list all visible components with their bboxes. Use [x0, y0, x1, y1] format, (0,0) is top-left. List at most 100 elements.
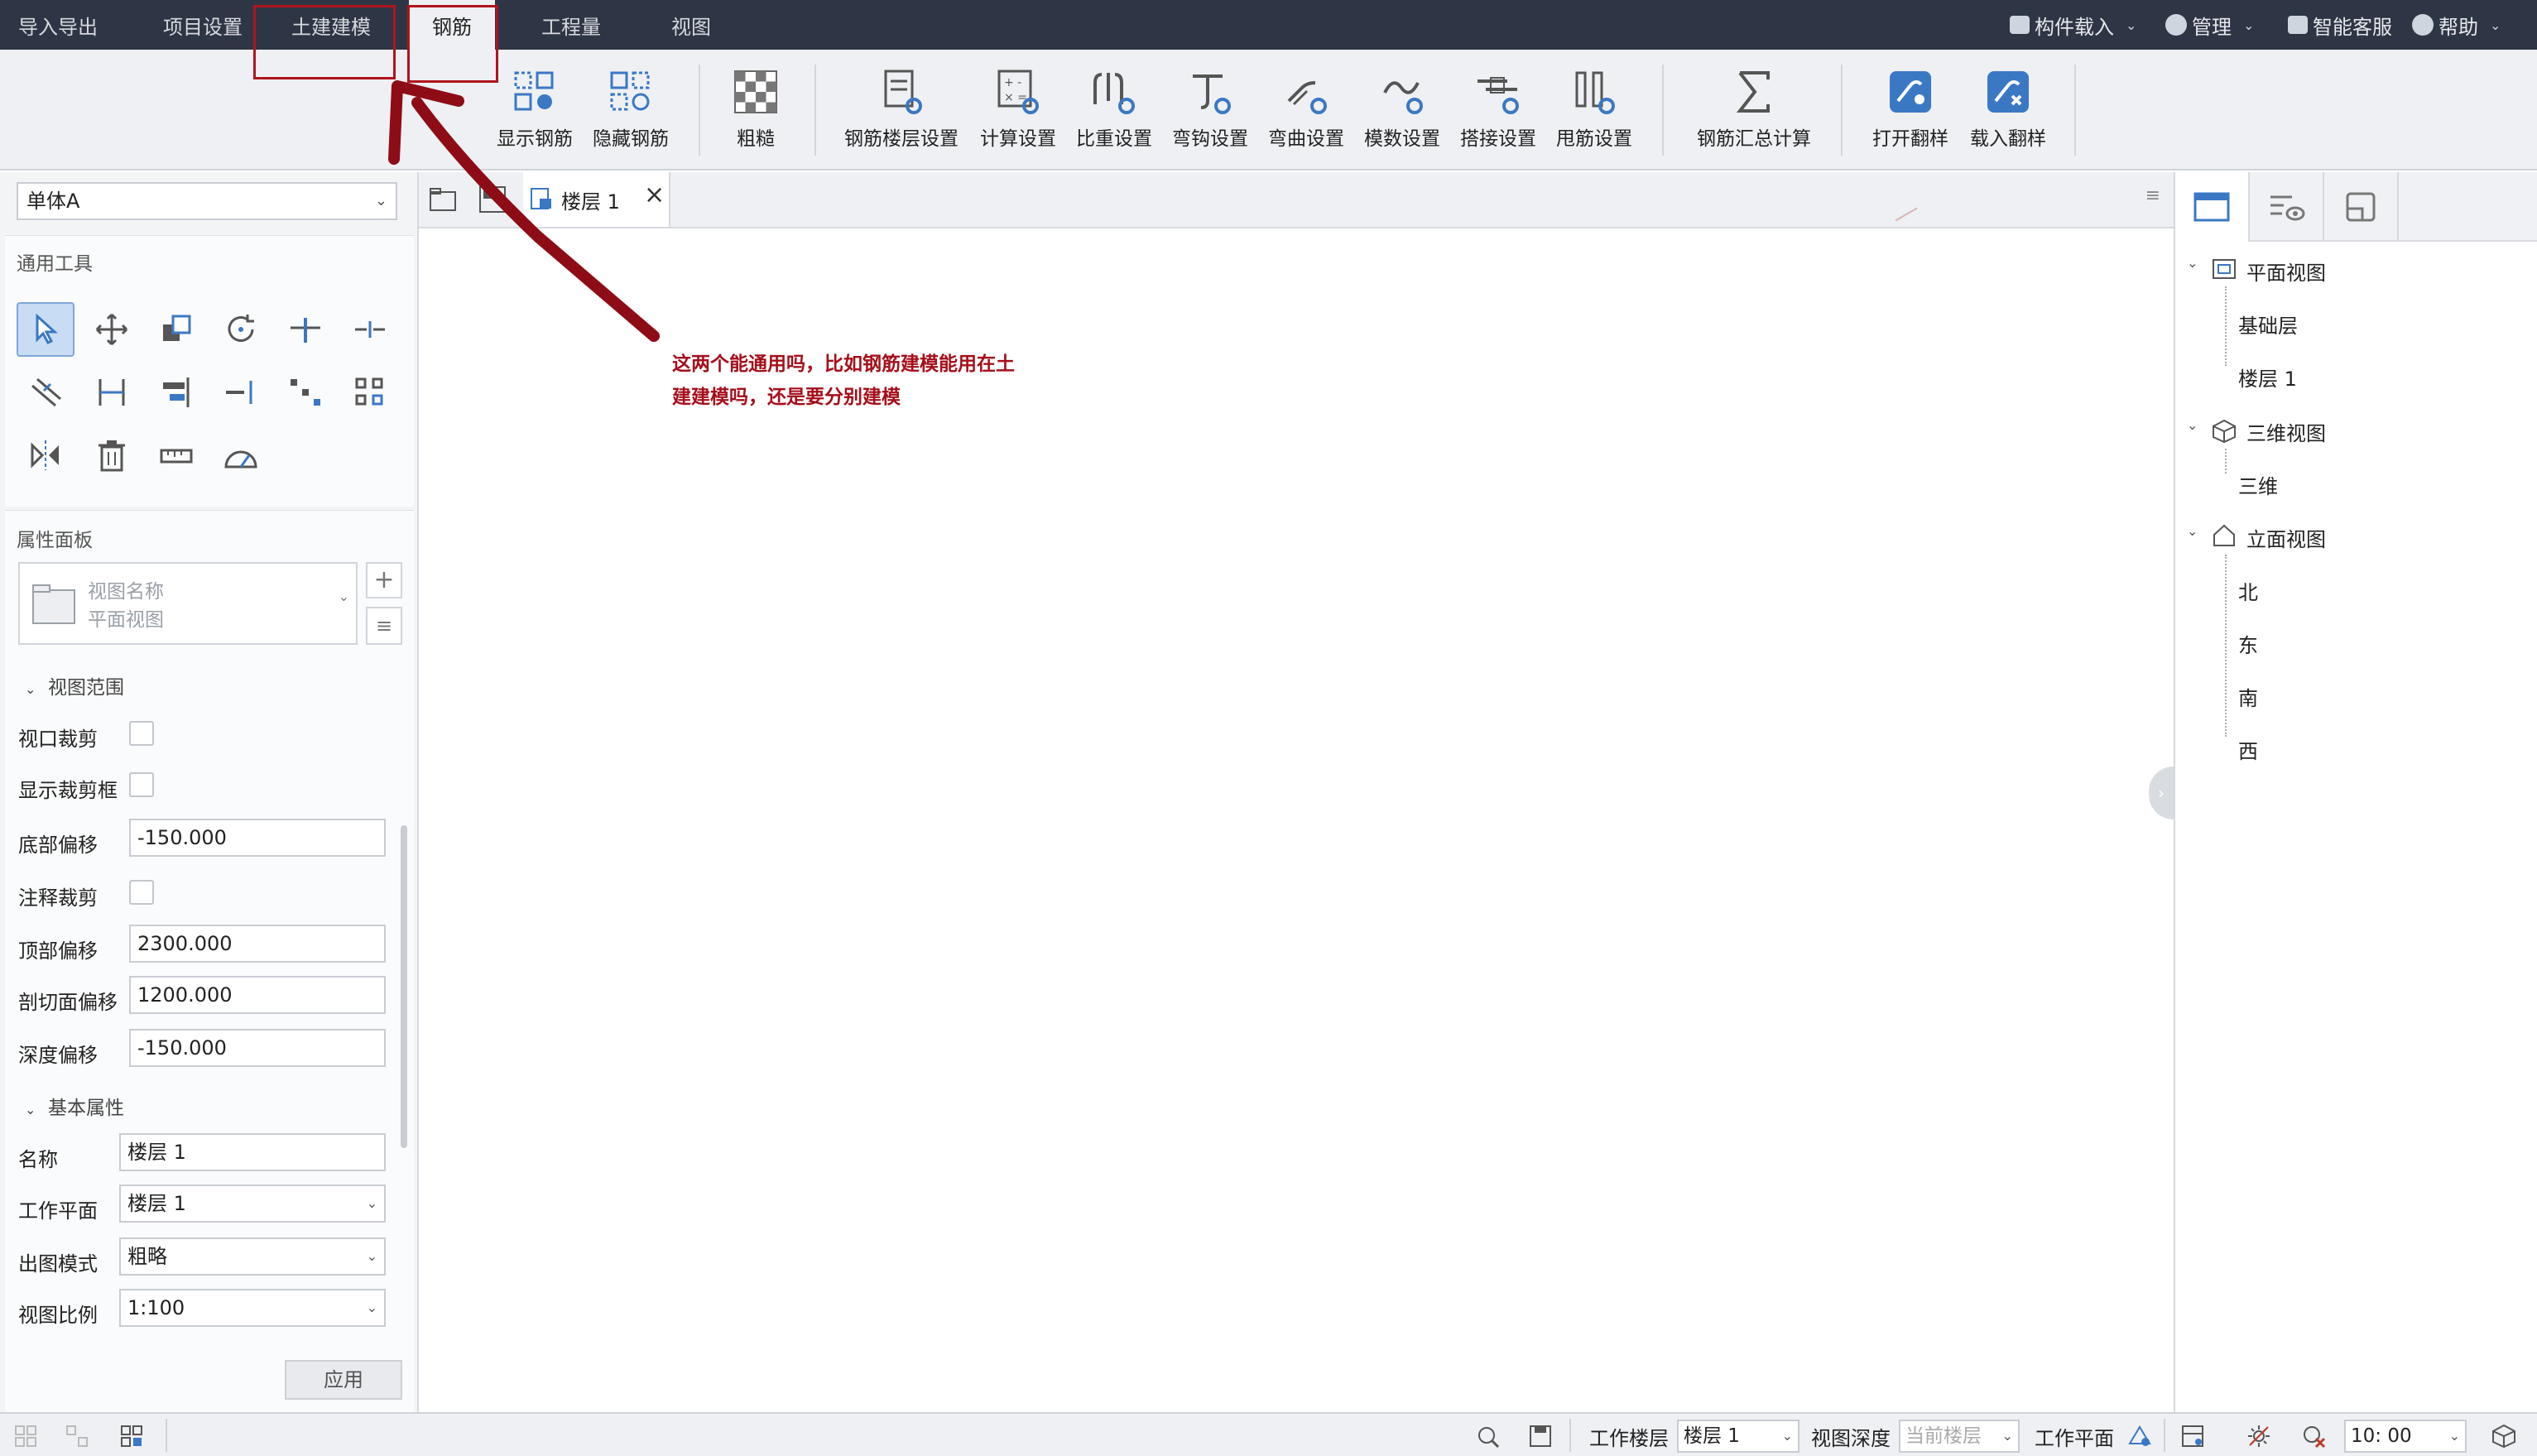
display-settings-icon[interactable] [2180, 1424, 2205, 1449]
chevron-down-icon: ⌄ [366, 1300, 377, 1315]
group-basic-label: 基本属性 [48, 1098, 125, 1119]
tree-item-east[interactable]: 东 [2238, 629, 2258, 658]
manage-menu[interactable]: 管理 ⌄ [2165, 0, 2254, 50]
cut-offset-field[interactable]: 1200.000 [129, 976, 386, 1014]
modulus-settings-button[interactable]: 模数设置 [1361, 68, 1444, 159]
calc-settings-button[interactable]: + - × = 计算设置 [977, 68, 1059, 159]
tab-project-settings[interactable]: 项目设置 [149, 0, 257, 50]
tab-menu-icon[interactable]: ≡ [2145, 185, 2160, 206]
align-tool-icon[interactable] [147, 365, 205, 420]
work-plane-icon[interactable] [2127, 1424, 2152, 1449]
component-load-menu[interactable]: 构件载入 ⌄ [2010, 0, 2136, 50]
angle-measure-tool-icon[interactable] [212, 428, 270, 483]
tree-3d-view[interactable]: 三维视图 [2246, 417, 2326, 446]
collapse-icon: ⌄ [25, 1102, 36, 1117]
tree-item-3d[interactable]: 三维 [2238, 470, 2278, 499]
model-tab[interactable] [2324, 172, 2399, 242]
status-bar: 工作楼层 楼层 1 ⌄ 视图深度 当前楼层 ⌄ 工作平面 10: 00 ⌄ [0, 1412, 2537, 1456]
lap-gear-icon [1478, 77, 1519, 114]
shadow-off-icon[interactable] [2301, 1424, 2326, 1449]
grid-array-tool-icon[interactable] [341, 365, 399, 420]
properties-scrollbar[interactable] [401, 825, 407, 1148]
group-view-range[interactable]: ⌄ 视图范围 [25, 671, 124, 699]
view-depth-select[interactable]: 当前楼层 ⌄ [1899, 1420, 2020, 1453]
smart-service-button[interactable]: 智能客服 [2288, 0, 2392, 50]
tab-import-export[interactable]: 导入导出 [0, 0, 116, 50]
component-load-label: 构件载入 [2035, 15, 2114, 39]
work-floor-select[interactable]: 楼层 1 ⌄ [1677, 1420, 1799, 1453]
bottom-offset-label: 底部偏移 [18, 834, 98, 857]
tile-view-icon[interactable] [65, 1424, 89, 1449]
tail-settings-button[interactable]: 甩筋设置 [1553, 68, 1636, 159]
tree-plan-view[interactable]: 平面视图 [2246, 257, 2326, 286]
properties-panel: 属性面板 视图名称 平面视图 ⌄ + ≡ ⌄ 视图范围 视口裁剪 显示裁剪框 底… [5, 510, 414, 1414]
cascade-view-icon[interactable] [119, 1424, 144, 1449]
tree-item-floor-1[interactable]: 楼层 1 [2238, 363, 2297, 392]
top-offset-field[interactable]: 2300.000 [129, 925, 386, 963]
view-type-selector[interactable]: 视图名称 平面视图 ⌄ [18, 562, 358, 645]
view-scale-select[interactable]: 1:100 ⌄ [119, 1289, 386, 1327]
collapse-right-panel-handle[interactable]: › [2149, 766, 2174, 819]
add-icon[interactable]: + [366, 562, 402, 598]
tools-title: 通用工具 [17, 253, 93, 275]
tab-view[interactable]: 视图 [646, 0, 737, 50]
bottom-offset-field[interactable]: -150.000 [129, 819, 386, 857]
chevron-down-icon[interactable]: ⌄ [2187, 417, 2198, 433]
tree-item-west[interactable]: 西 [2238, 735, 2258, 764]
annotation-line-1: 这两个能通用吗，比如钢筋建模能用在土 [672, 353, 1015, 375]
depth-offset-field[interactable]: -150.000 [129, 1029, 386, 1067]
hook-settings-button[interactable]: 弯钩设置 [1169, 68, 1252, 159]
extend-tool-icon[interactable] [83, 365, 141, 420]
open-detailing-button[interactable]: 打开翻样 [1867, 68, 1953, 159]
tab-quantity[interactable]: 工程量 [521, 0, 621, 50]
weight-settings-button[interactable]: 比重设置 [1073, 68, 1156, 159]
measure-tool-icon[interactable] [147, 428, 205, 483]
tree-item-south[interactable]: 南 [2238, 682, 2258, 711]
rebar-floor-settings-button[interactable]: 钢筋楼层设置 [839, 68, 963, 159]
zoom-fit-icon[interactable] [1475, 1424, 1500, 1449]
output-mode-select[interactable]: 粗略 ⌄ [119, 1237, 386, 1276]
view-scale-value: 1:100 [127, 1296, 185, 1319]
list-settings-icon[interactable]: ≡ [366, 607, 402, 645]
select-tool-icon[interactable] [17, 302, 74, 357]
help-menu[interactable]: 帮助 ⌄ [2412, 0, 2501, 50]
trim-tool-icon[interactable] [276, 302, 334, 357]
chevron-down-icon[interactable]: ⌄ [2187, 255, 2198, 271]
chevron-down-icon[interactable]: ⌄ [2187, 523, 2198, 539]
offset-tool-icon[interactable] [17, 365, 74, 420]
annotation-crop-checkbox[interactable] [129, 880, 154, 905]
work-plane-select[interactable]: 楼层 1 ⌄ [119, 1185, 386, 1223]
move-tool-icon[interactable] [83, 302, 141, 357]
grid-view-icon[interactable] [13, 1424, 38, 1449]
apply-button[interactable]: 应用 [285, 1360, 402, 1400]
tree-item-foundation[interactable]: 基础层 [2238, 310, 2298, 339]
drawing-canvas[interactable]: 这两个能通用吗，比如钢筋建模能用在土 建建模吗，还是要分别建模 › [419, 207, 2174, 1412]
time-select[interactable]: 10: 00 ⌄ [2344, 1420, 2467, 1453]
name-field[interactable]: 楼层 1 [119, 1133, 386, 1171]
mirror-tool-icon[interactable] [17, 428, 74, 483]
unit-select[interactable]: 单体A ⌄ [17, 182, 397, 220]
lap-settings-button[interactable]: 搭接设置 [1457, 68, 1540, 159]
cube-icon[interactable] [2491, 1424, 2516, 1449]
array-tool-icon[interactable] [276, 365, 334, 420]
group-basic-properties[interactable]: ⌄ 基本属性 [25, 1092, 124, 1120]
coarse-button[interactable]: 粗糙 [722, 68, 790, 159]
tree-elevation-view[interactable]: 立面视图 [2246, 523, 2326, 552]
delete-tool-icon[interactable] [83, 428, 141, 483]
visibility-tab[interactable] [2250, 172, 2324, 242]
views-tab[interactable] [2175, 172, 2250, 242]
load-detailing-button[interactable]: 载入翻样 [1965, 68, 2051, 159]
depth-offset-label: 深度偏移 [18, 1044, 98, 1067]
show-crop-box-checkbox[interactable] [129, 772, 154, 797]
weight-gear-icon [1093, 73, 1135, 114]
viewport-crop-checkbox[interactable] [129, 721, 154, 746]
tree-item-north[interactable]: 北 [2238, 576, 2258, 605]
save-view-icon[interactable] [1528, 1424, 1553, 1449]
rotate-tool-icon[interactable] [212, 302, 270, 357]
copy-tool-icon[interactable] [147, 302, 205, 357]
bend-settings-label: 弯曲设置 [1268, 128, 1344, 150]
break-tool-icon[interactable] [212, 365, 270, 420]
bend-settings-button[interactable]: 弯曲设置 [1265, 68, 1348, 159]
rebar-summary-button[interactable]: 钢筋汇总计算 [1685, 68, 1823, 159]
sun-settings-icon[interactable] [2246, 1424, 2271, 1449]
